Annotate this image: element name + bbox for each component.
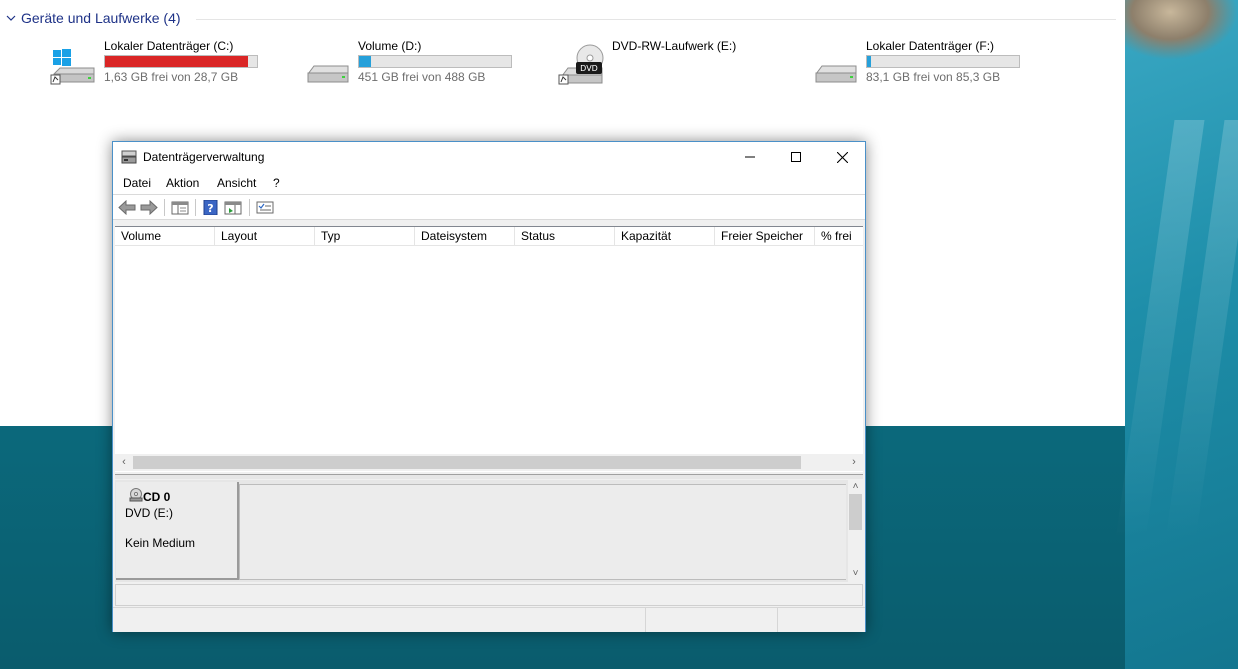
drive-free-space: 451 GB frei von 488 GB xyxy=(358,70,486,84)
column-kapazitaet[interactable]: Kapazität xyxy=(615,227,715,245)
drive-name: Lokaler Datenträger (F:) xyxy=(866,39,995,53)
group-divider xyxy=(196,19,1116,20)
scroll-right-icon[interactable]: › xyxy=(848,456,860,468)
column-typ[interactable]: Typ xyxy=(315,227,415,245)
hard-drive-icon xyxy=(307,65,349,83)
disk-status: Kein Medium xyxy=(125,536,196,550)
status-bar xyxy=(113,607,865,632)
dvd-drive-icon: DVD xyxy=(558,44,604,85)
wallpaper-rock xyxy=(1125,0,1238,60)
windows-drive-icon xyxy=(50,49,95,85)
column-dateisystem[interactable]: Dateisystem xyxy=(415,227,515,245)
drive-usage-bar xyxy=(104,55,258,68)
disk-management-app-icon xyxy=(121,150,137,164)
back-arrow-icon[interactable] xyxy=(118,200,136,215)
title-bar[interactable]: Datenträgerverwaltung xyxy=(113,142,865,172)
drive-name: Lokaler Datenträger (C:) xyxy=(104,39,234,53)
drive-free-space: 1,63 GB frei von 28,7 GB xyxy=(104,70,239,84)
drive-tile-f[interactable]: Lokaler Datenträger (F:) 83,1 GB frei vo… xyxy=(812,38,1052,88)
maximize-button[interactable] xyxy=(773,142,819,172)
menu-aktion[interactable]: Aktion xyxy=(166,176,199,190)
toolbar-separator xyxy=(195,199,196,216)
drive-tile-c[interactable]: Lokaler Datenträger (C:) 1,63 GB frei vo… xyxy=(50,38,290,88)
legend-bar xyxy=(115,584,863,606)
vertical-scrollbar[interactable]: ˄ ˅ xyxy=(848,480,863,582)
drive-tile-d[interactable]: Volume (D:) 451 GB frei von 488 GB xyxy=(304,38,544,88)
chevron-down-icon xyxy=(6,15,16,21)
disk-partition-area[interactable] xyxy=(239,484,846,580)
toolbar-separator xyxy=(249,199,250,216)
drive-usage-bar xyxy=(866,55,1020,68)
volume-list-header: Volume Layout Typ Dateisystem Status Kap… xyxy=(115,227,863,246)
column-freier-speicher[interactable]: Freier Speicher xyxy=(715,227,815,245)
disk-label-cd0[interactable]: CD 0 DVD (E:) Kein Medium xyxy=(116,482,239,580)
column-layout[interactable]: Layout xyxy=(215,227,315,245)
svg-text:?: ? xyxy=(207,202,213,215)
toolbar: ? xyxy=(113,194,865,220)
disk-type: DVD (E:) xyxy=(125,506,173,520)
hard-drive-icon xyxy=(815,65,857,83)
devices-group-header[interactable]: Geräte und Laufwerke (4) xyxy=(6,10,181,26)
horizontal-scroll-thumb[interactable] xyxy=(133,456,801,469)
menu-bar: Datei Aktion Ansicht ? xyxy=(113,172,865,194)
help-icon[interactable]: ? xyxy=(202,200,220,215)
pane-splitter[interactable] xyxy=(115,474,863,479)
status-pane xyxy=(777,608,778,632)
status-pane xyxy=(645,608,646,632)
drive-usage-fill xyxy=(867,56,871,67)
disk-name: CD 0 xyxy=(143,490,171,504)
scroll-up-icon[interactable]: ˄ xyxy=(849,481,862,493)
cd-drive-icon xyxy=(129,488,143,502)
scroll-left-icon[interactable]: ‹ xyxy=(118,456,130,468)
window-title: Datenträgerverwaltung xyxy=(143,150,265,164)
drive-tile-e[interactable]: DVD DVD-RW-Laufwerk (E:) xyxy=(558,38,798,88)
volume-list: Volume Layout Typ Dateisystem Status Kap… xyxy=(115,226,863,472)
menu-help[interactable]: ? xyxy=(273,176,280,190)
close-button[interactable] xyxy=(819,142,865,172)
show-hide-console-tree-icon[interactable] xyxy=(171,200,189,215)
svg-text:DVD: DVD xyxy=(580,64,598,73)
horizontal-scrollbar[interactable]: ‹ › xyxy=(115,454,863,471)
show-hide-action-pane-icon[interactable] xyxy=(224,200,242,215)
scroll-down-icon[interactable]: ˅ xyxy=(849,568,862,580)
column-prozent-frei[interactable]: % frei xyxy=(815,227,863,245)
disk-graphical-view: CD 0 DVD (E:) Kein Medium ˄ ˅ xyxy=(115,480,863,582)
close-icon xyxy=(836,151,848,163)
minimize-button[interactable] xyxy=(727,142,773,172)
column-status[interactable]: Status xyxy=(515,227,615,245)
forward-arrow-icon[interactable] xyxy=(140,200,158,215)
column-volume[interactable]: Volume xyxy=(115,227,215,245)
drive-name: Volume (D:) xyxy=(358,39,422,53)
menu-ansicht[interactable]: Ansicht xyxy=(217,176,256,190)
toolbar-separator xyxy=(164,199,165,216)
drive-usage-fill xyxy=(359,56,371,67)
vertical-scroll-thumb[interactable] xyxy=(849,494,862,530)
minimize-icon xyxy=(745,156,755,158)
menu-datei[interactable]: Datei xyxy=(123,176,151,190)
maximize-icon xyxy=(791,152,801,162)
desktop-wallpaper xyxy=(1115,0,1238,669)
drive-name: DVD-RW-Laufwerk (E:) xyxy=(612,39,737,53)
drive-usage-bar xyxy=(358,55,512,68)
group-header-label: Geräte und Laufwerke (4) xyxy=(21,10,181,26)
drive-free-space: 83,1 GB frei von 85,3 GB xyxy=(866,70,1001,84)
properties-icon[interactable] xyxy=(256,200,274,215)
drive-usage-fill xyxy=(105,56,248,67)
disk-management-window: Datenträgerverwaltung Datei Aktion Ansic… xyxy=(112,141,866,632)
